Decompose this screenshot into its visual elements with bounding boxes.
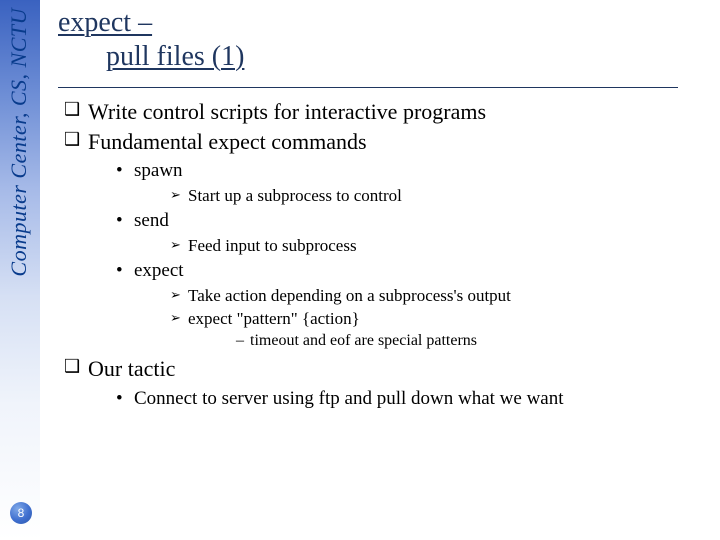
- top-bullet-list: Write control scripts for interactive pr…: [64, 98, 708, 411]
- cmd-send-desc: Feed input to subprocess: [170, 235, 708, 256]
- title-underline-rule: [58, 87, 678, 88]
- cmd-expect-patterns-note: timeout and eof are special patterns: [236, 331, 708, 351]
- cmd-spawn: spawn Start up a subprocess to control: [116, 159, 708, 206]
- slide-title: expect – pull files (1): [58, 6, 708, 73]
- bullet-our-tactic: Our tactic Connect to server using ftp a…: [64, 355, 708, 410]
- sidebar-org-text: Computer Center, CS, NCTU: [6, 8, 32, 277]
- cmd-expect-desc2: expect "pattern" {action} timeout and eo…: [170, 308, 708, 351]
- cmd-expect-desc2-label: expect "pattern" {action}: [188, 309, 360, 328]
- cmd-expect-details: Take action depending on a subprocess's …: [170, 285, 708, 352]
- slide-title-line2: pull files (1): [106, 40, 244, 74]
- tactic-list: Connect to server using ftp and pull dow…: [116, 387, 708, 411]
- cmd-expect: expect Take action depending on a subpro…: [116, 259, 708, 351]
- slide-content: expect – pull files (1) Write control sc…: [58, 6, 708, 415]
- bullet-write-scripts: Write control scripts for interactive pr…: [64, 98, 708, 126]
- cmd-expect-label: expect: [134, 260, 184, 281]
- commands-list: spawn Start up a subprocess to control s…: [116, 159, 708, 351]
- cmd-spawn-desc: Start up a subprocess to control: [170, 185, 708, 206]
- cmd-send-details: Feed input to subprocess: [170, 235, 708, 256]
- bullet-our-tactic-label: Our tactic: [88, 356, 175, 381]
- slide: Computer Center, CS, NCTU 8 expect – pul…: [0, 0, 720, 540]
- cmd-expect-patterns: timeout and eof are special patterns: [236, 331, 708, 351]
- cmd-expect-desc1: Take action depending on a subprocess's …: [170, 285, 708, 306]
- cmd-spawn-details: Start up a subprocess to control: [170, 185, 708, 206]
- tactic-ftp: Connect to server using ftp and pull dow…: [116, 387, 708, 411]
- page-number-badge: 8: [10, 502, 32, 524]
- cmd-send-label: send: [134, 210, 169, 231]
- cmd-send: send Feed input to subprocess: [116, 209, 708, 256]
- sidebar-gradient: Computer Center, CS, NCTU: [0, 0, 40, 540]
- slide-title-line1: expect –: [58, 7, 152, 38]
- bullet-fundamental-commands: Fundamental expect commands spawn Start …: [64, 128, 708, 352]
- bullet-fundamental-commands-label: Fundamental expect commands: [88, 129, 367, 154]
- cmd-spawn-label: spawn: [134, 160, 183, 181]
